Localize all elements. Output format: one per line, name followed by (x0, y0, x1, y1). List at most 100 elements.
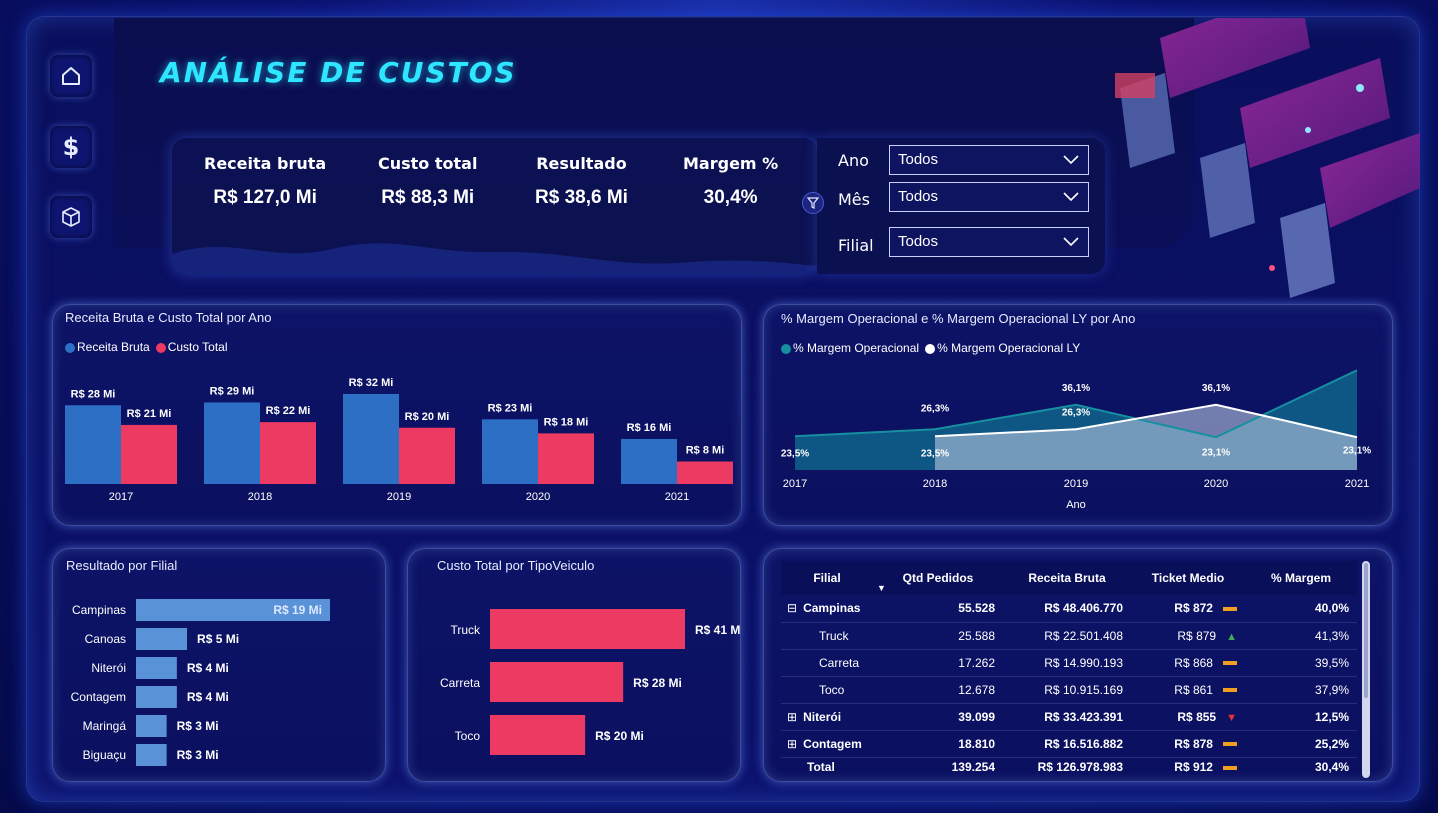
filial-select-value: Todos (898, 233, 939, 250)
legend-item-receita[interactable]: Receita Bruta (65, 340, 150, 354)
x-tick-label: 2017 (783, 478, 807, 490)
chart-title: Resultado por Filial (66, 558, 178, 573)
ticket-cell: R$ 878 (1131, 730, 1245, 758)
margem-data-label: 23,5% (781, 448, 809, 459)
table-row[interactable]: Truck 25.588 R$ 22.501.408 R$ 879 ▲ 41,3% (781, 622, 1357, 650)
bar-data-label: R$ 29 Mi (210, 385, 255, 397)
bar-custo (490, 715, 586, 755)
y-tick-label: Campinas (72, 603, 126, 617)
bar-receita (204, 402, 260, 484)
margem-ly-data-label: 23,5% (921, 448, 949, 459)
y-tick-label: Truck (450, 623, 481, 637)
ano-select[interactable]: Todos (889, 145, 1089, 175)
bar-data-label: R$ 21 Mi (127, 408, 172, 420)
margem-ly-data-label: 26,3% (1062, 407, 1090, 418)
bar-data-label: R$ 20 Mi (595, 729, 644, 743)
trucks-illustration (1115, 18, 1420, 298)
bar-data-label: R$ 8 Mi (686, 445, 725, 457)
cost-button[interactable]: $ (50, 126, 92, 168)
legend-item-margem-ly[interactable]: % Margem Operacional LY (925, 341, 1080, 355)
col-header-margem[interactable]: % Margem (1245, 561, 1357, 595)
bar-data-label: R$ 4 Mi (187, 661, 229, 675)
ticket-cell: R$ 912 (1131, 757, 1245, 776)
filial-cell: Carreta (781, 649, 873, 677)
receita-cell: R$ 22.501.408 (1003, 622, 1131, 650)
receita-custo-chart: R$ 28 Mi R$ 21 Mi 2017 R$ 29 Mi R$ 22 Mi 2018… (65, 377, 733, 503)
legend-label: Receita Bruta (77, 340, 150, 354)
vehicle-button[interactable] (50, 196, 92, 238)
table-row[interactable]: ⊞ Niterói 39.099 R$ 33.423.391 R$ 855 ▼ 12,5% (781, 703, 1357, 731)
bar-receita (482, 419, 538, 484)
margem-cell: 40,0% (1245, 595, 1357, 623)
kpi-resultado: Resultado R$ 38,6 Mi (535, 154, 628, 209)
margem-data-label: 26,3% (921, 403, 949, 414)
filial-select[interactable]: Todos (889, 227, 1089, 257)
flat-indicator-icon (1223, 688, 1237, 693)
expand-toggle-icon[interactable]: ⊞ (787, 737, 797, 751)
matrix-table-wrap: Filial Qtd Pedidos ▼ Receita Bruta Ticket… (781, 561, 1357, 776)
x-tick-label: 2021 (665, 491, 689, 503)
total-label-cell: Total (807, 760, 835, 775)
table-row[interactable]: Carreta 17.262 R$ 14.990.193 R$ 868 39,5% (781, 649, 1357, 677)
bar-custo (490, 609, 685, 649)
table-row[interactable]: ⊞ Contagem 18.810 R$ 16.516.882 R$ 878 25,2% (781, 730, 1357, 758)
bar-data-label: R$ 22 Mi (266, 405, 311, 417)
x-tick-label: 2020 (1204, 478, 1228, 490)
bar-custo (121, 424, 177, 484)
y-tick-label: Canoas (85, 632, 126, 646)
bar-data-label: R$ 32 Mi (349, 377, 394, 389)
bar-custo (490, 662, 624, 702)
flat-indicator-icon (1223, 607, 1237, 612)
legend-item-custo[interactable]: Custo Total (155, 340, 228, 354)
ticket-cell: R$ 855 ▼ (1131, 703, 1245, 731)
kpi-value: R$ 88,3 Mi (381, 187, 475, 208)
bar-data-label: R$ 23 Mi (488, 402, 533, 414)
col-header-ticket[interactable]: Ticket Medio (1131, 561, 1245, 595)
margem-cell: 25,2% (1245, 730, 1357, 758)
qtd-cell: 18.810 (873, 730, 1003, 758)
filial-cell: ⊞ Niterói (781, 703, 873, 731)
qtd-cell: 55.528 (873, 595, 1003, 623)
bar-data-label: R$ 3 Mi (177, 719, 219, 733)
table-scroll-thumb[interactable] (1364, 563, 1368, 698)
box-icon (62, 207, 80, 227)
margem-data-label: 23,1% (1202, 447, 1230, 458)
expand-toggle-icon[interactable]: ⊟ (787, 601, 797, 615)
kpi-label: Custo total (378, 154, 478, 173)
y-tick-label: Toco (455, 729, 481, 743)
legend-item-margem[interactable]: % Margem Operacional (781, 341, 919, 355)
table-row[interactable]: Toco 12.678 R$ 10.915.169 R$ 861 37,9% (781, 676, 1357, 704)
ticket-cell: R$ 868 (1131, 649, 1245, 677)
receita-cell: R$ 48.406.770 (1003, 595, 1131, 623)
x-tick-label: 2017 (109, 491, 133, 503)
qtd-cell: 139.254 (951, 760, 995, 775)
col-header-receita[interactable]: Receita Bruta (1003, 561, 1131, 595)
x-tick-label: 2021 (1345, 478, 1369, 490)
bar-custo (399, 427, 455, 484)
kpi-label: Margem % (683, 154, 779, 173)
receita-cell: R$ 126.978.983 (1037, 760, 1123, 775)
flat-indicator-icon (1223, 766, 1237, 771)
bar-custo (538, 433, 594, 484)
bar-resultado (136, 744, 167, 766)
kpi-value: R$ 127,0 Mi (213, 187, 317, 208)
table-row[interactable]: ⊟ Campinas 55.528 R$ 48.406.770 R$ 872 40,0% (781, 595, 1357, 623)
margem-cell: 30,4% (1314, 760, 1349, 775)
sort-desc-icon: ▼ (877, 583, 886, 593)
kpi-card: Receita bruta R$ 127,0 Mi Custo total R$… (172, 138, 817, 274)
receita-cell: R$ 14.990.193 (1003, 649, 1131, 677)
bar-data-label: R$ 41 Mi (695, 623, 741, 637)
filial-cell: ⊟ Campinas (781, 595, 873, 623)
margem-cell: 37,9% (1245, 676, 1357, 704)
filter-icon[interactable] (802, 192, 824, 214)
mes-select[interactable]: Todos (889, 182, 1089, 212)
col-header-filial[interactable]: Filial (781, 561, 873, 595)
x-axis-title: Ano (1066, 499, 1086, 511)
chevron-down-icon (1063, 155, 1079, 165)
expand-toggle-icon[interactable]: ⊞ (787, 710, 797, 724)
home-button[interactable] (50, 55, 92, 97)
col-header-qtd[interactable]: Qtd Pedidos ▼ (873, 561, 1003, 595)
kpi-margem: Margem % 30,4% (683, 154, 778, 209)
bar-data-label: R$ 16 Mi (627, 422, 672, 434)
total-row: Total 139.254 R$ 126.978.983 R$ 912 30,4% (781, 757, 1357, 776)
